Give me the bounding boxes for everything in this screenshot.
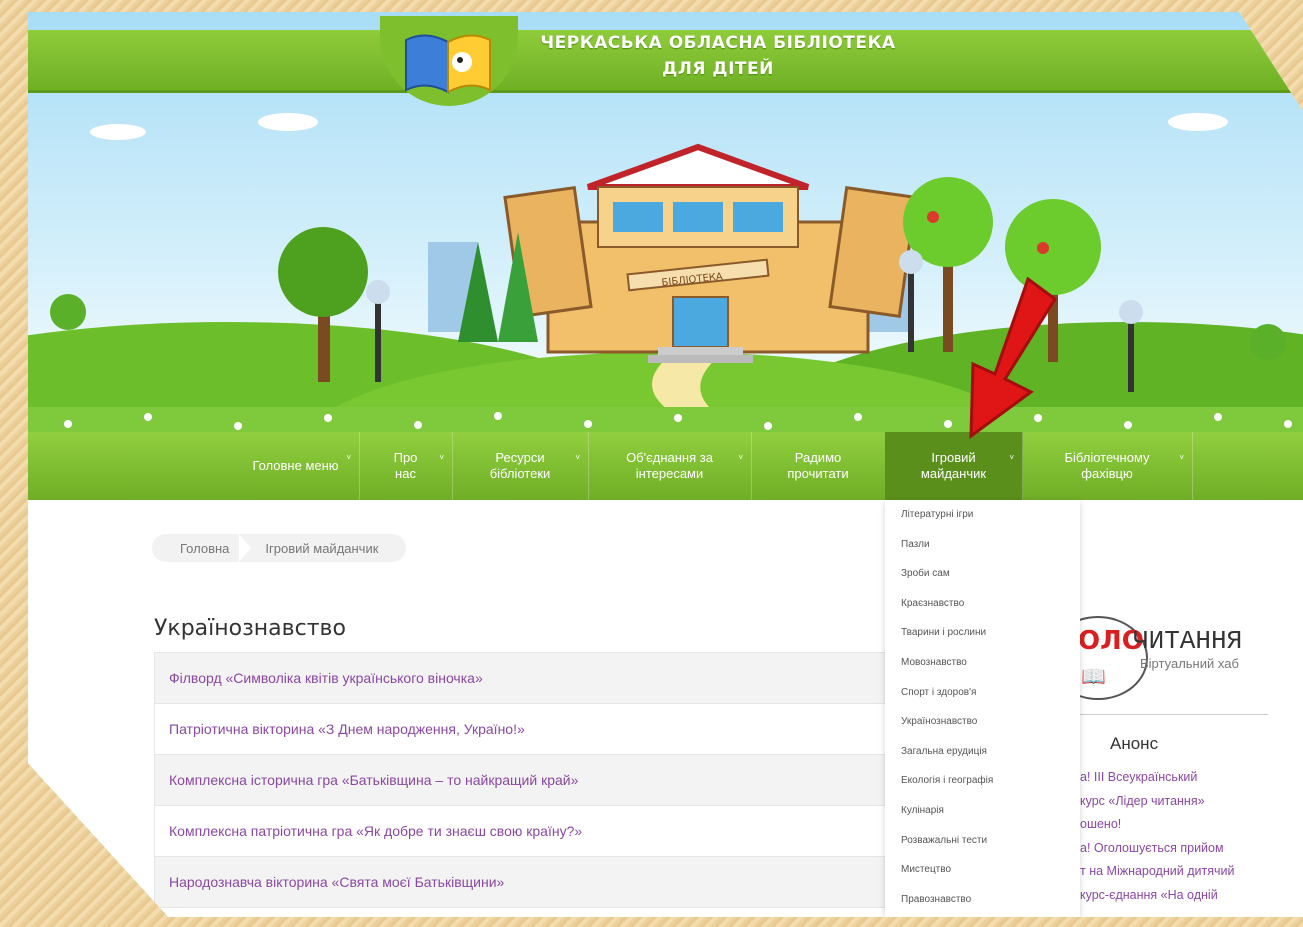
list-item[interactable]: Народознавча вікторина «Свята моєї Батьк…: [154, 857, 894, 908]
menu-item[interactable]: Кулінарія: [885, 796, 1080, 826]
news-line[interactable]: а! Оголошується прийом: [1080, 837, 1280, 861]
sidebar-divider: [1080, 714, 1268, 715]
site-title-line1: ЧЕРКАСЬКА ОБЛАСНА БІБЛІОТЕКА: [540, 33, 896, 53]
news-line[interactable]: т на Міжнародний дитячий: [1080, 860, 1280, 884]
chevron-down-icon: ˅: [1179, 453, 1184, 462]
logo-book-icon: [405, 34, 491, 94]
nav-label: Головне меню: [252, 458, 339, 473]
main-nav: Головне меню ˅ Про нас ˅ Ресурси бібліот…: [28, 432, 1303, 500]
news-list: а! ІІІ Всеукраїнський курс «Лідер читанн…: [1080, 766, 1280, 907]
news-line[interactable]: ошено!: [1080, 813, 1280, 837]
open-book-icon: 📖: [1081, 664, 1106, 688]
news-line[interactable]: курс «Лідер читання»: [1080, 790, 1280, 814]
chevron-down-icon: ˅: [1009, 453, 1014, 462]
nav-label: Об'єднання за інтересами: [626, 450, 713, 481]
list-item[interactable]: Комплексна історична гра «Батьківщина – …: [154, 755, 894, 806]
nav-label: Ресурси бібліотеки: [489, 450, 551, 481]
chevron-down-icon: ˅: [439, 453, 444, 462]
menu-item[interactable]: Спорт і здоров'я: [885, 678, 1080, 708]
chevron-down-icon: ˅: [738, 453, 743, 462]
menu-item[interactable]: Правознавство: [885, 885, 1080, 915]
menu-item[interactable]: Мовознавство: [885, 648, 1080, 678]
news-line[interactable]: а! ІІІ Всеукраїнський: [1080, 766, 1280, 790]
nav-item-resources[interactable]: Ресурси бібліотеки ˅: [452, 432, 589, 500]
breadcrumb-home[interactable]: Головна: [180, 541, 229, 556]
nav-label: Ігровий майданчик: [920, 450, 987, 481]
page-title: Українознавство: [154, 616, 346, 641]
red-arrow-icon: [969, 276, 1058, 440]
menu-item[interactable]: Літературні ігри: [885, 500, 1080, 530]
nav-item-recommend[interactable]: Радимо прочитати: [751, 432, 886, 500]
site-title: ЧЕРКАСЬКА ОБЛАСНА БІБЛІОТЕКА ДЛЯ ДІТЕЙ: [508, 30, 928, 82]
site-header: БІБЛІОТЕКА ЧЕРКАСЬКА ОБЛАСНА БІБЛІОТЕКА …: [28, 12, 1303, 500]
breadcrumb-separator: [239, 534, 255, 562]
menu-item[interactable]: Пазли: [885, 530, 1080, 560]
promo-banner-subtitle: Віртуальний хаб: [1140, 656, 1239, 671]
games-list: Філворд «Символіка квітів українського в…: [154, 652, 894, 908]
news-line[interactable]: курс-єднання «На одній: [1080, 884, 1280, 908]
nav-item-clubs[interactable]: Об'єднання за інтересами ˅: [588, 432, 752, 500]
menu-item[interactable]: Розважальні тести: [885, 826, 1080, 856]
anons-heading: Анонс: [1110, 734, 1159, 753]
menu-item[interactable]: Екологія і географія: [885, 766, 1080, 796]
menu-item[interactable]: Загальна ерудиція: [885, 737, 1080, 767]
site-title-line2: ДЛЯ ДІТЕЙ: [662, 59, 774, 79]
nav-label: Радимо прочитати: [787, 450, 849, 481]
breadcrumb-current: Ігровий майданчик: [265, 540, 379, 556]
playground-dropdown-menu: Літературні ігри Пазли Зроби сам Краєзна…: [885, 500, 1080, 917]
list-item[interactable]: Комплексна патріотична гра «Як добре ти …: [154, 806, 894, 857]
chevron-down-icon: ˅: [575, 453, 580, 462]
chevron-down-icon: ˅: [346, 453, 351, 462]
nav-label: Про нас: [393, 450, 418, 481]
breadcrumb: Головна Ігровий майданчик: [152, 534, 407, 562]
page-frame: БІБЛІОТЕКА ЧЕРКАСЬКА ОБЛАСНА БІБЛІОТЕКА …: [28, 12, 1303, 917]
list-item[interactable]: Філворд «Символіка квітів українського в…: [154, 652, 894, 704]
list-item[interactable]: Патріотична вікторина «З Днем народження…: [154, 704, 894, 755]
nav-item-home[interactable]: Головне меню ˅: [232, 432, 360, 500]
nav-item-about[interactable]: Про нас ˅: [359, 432, 453, 500]
menu-item[interactable]: Мистецтво: [885, 855, 1080, 885]
menu-item[interactable]: Українознавство: [885, 707, 1080, 737]
nav-label: Бібліотечному фахівцю: [1064, 450, 1150, 481]
promo-banner-title[interactable]: ЧИТАННЯ: [1133, 626, 1242, 656]
menu-item[interactable]: Тварини і рослини: [885, 618, 1080, 648]
menu-item[interactable]: Краєзнавство: [885, 589, 1080, 619]
menu-item[interactable]: Зроби сам: [885, 559, 1080, 589]
